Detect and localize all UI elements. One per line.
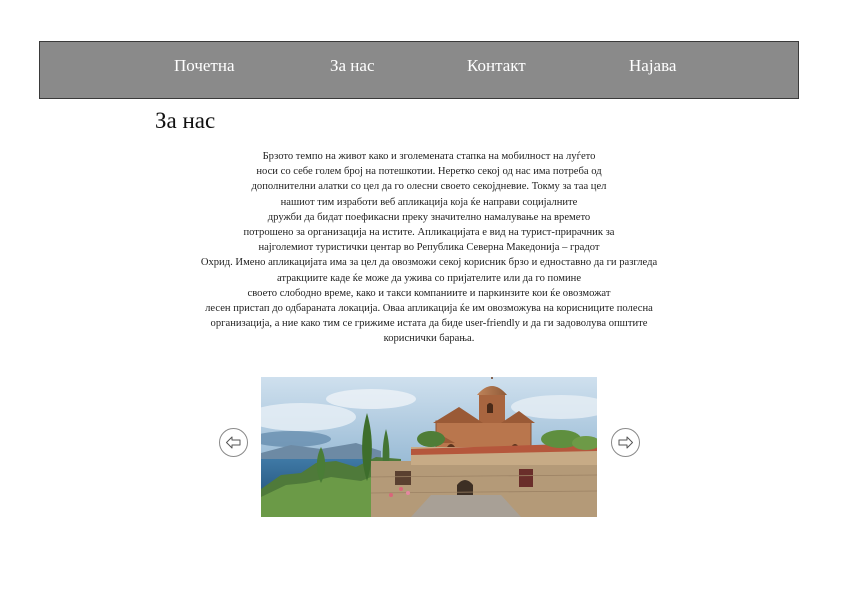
about-text-line: Брзото темпо на живот како и зголемената… bbox=[262, 151, 596, 162]
about-text-line: нашиот тим изработи веб апликација која … bbox=[280, 196, 578, 208]
about-text-line: атракциите каде ќе може да ужива со приј… bbox=[276, 272, 582, 284]
about-text-line: потрошено за организација на истите. Апл… bbox=[243, 227, 615, 239]
about-text-line: Охрид. Имено апликацијата има за цел да … bbox=[200, 257, 658, 269]
nav-link-about[interactable]: За нас bbox=[330, 56, 375, 76]
about-text-line: најголемиот туристички центар во Републи… bbox=[258, 242, 600, 254]
nav-link-contact[interactable]: Контакт bbox=[467, 56, 526, 76]
gallery-prev-button[interactable] bbox=[219, 428, 248, 457]
nav-link-home[interactable]: Почетна bbox=[174, 56, 235, 76]
about-text-line: кориснички барања. bbox=[383, 333, 475, 345]
about-text-line: организација, а ние како тим се грижиме … bbox=[210, 318, 648, 330]
top-navbar: Почетна За нас Контакт Најава bbox=[39, 41, 799, 99]
about-paragraph: Брзото темпо на живот како и зголемената… bbox=[150, 149, 708, 347]
nav-link-login[interactable]: Најава bbox=[629, 56, 676, 76]
gallery-next-button[interactable] bbox=[611, 428, 640, 457]
about-text-line: дружби да бидат поефикасни преку значите… bbox=[267, 211, 591, 223]
arrow-right-icon bbox=[618, 436, 633, 449]
arrow-left-icon bbox=[226, 436, 241, 449]
page-title: За нас bbox=[155, 108, 216, 133]
gallery-image bbox=[261, 377, 597, 517]
about-text-line: лесен пристап до одбараната локација. Ов… bbox=[205, 303, 653, 315]
about-text-line: носи со себе голем број на потешкотии. Н… bbox=[256, 166, 602, 178]
about-text-line: своето слободно време, како и такси комп… bbox=[247, 287, 611, 299]
page: Почетна За нас Контакт Најава За нас Брз… bbox=[0, 0, 842, 595]
about-text-line: дополнителни алатки со цел да го олесни … bbox=[251, 181, 607, 193]
